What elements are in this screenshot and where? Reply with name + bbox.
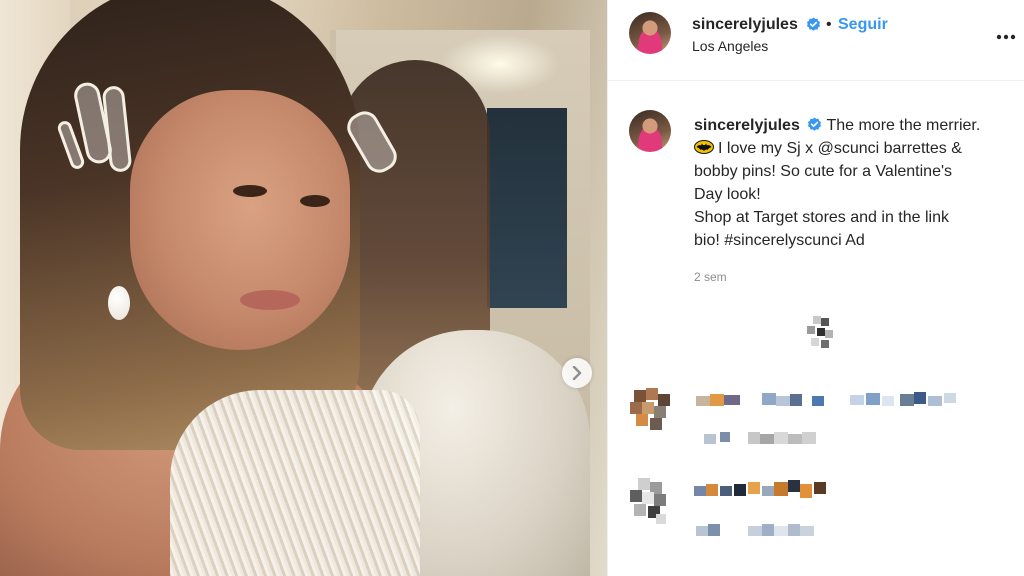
comment-avatar[interactable] xyxy=(626,478,674,526)
comment-text-censored xyxy=(696,390,996,410)
next-slide-button[interactable] xyxy=(562,358,592,388)
avatar[interactable] xyxy=(629,12,671,54)
caption-text-line: bio! #sincerelyscunci Ad xyxy=(694,232,865,249)
author-username[interactable]: sincerelyjules xyxy=(692,16,798,34)
batman-logo-emoji-icon xyxy=(694,140,714,154)
photo-sweater xyxy=(170,390,420,576)
verified-badge-icon xyxy=(806,17,821,31)
more-options-icon[interactable] xyxy=(996,20,1016,46)
photo-face xyxy=(130,90,350,350)
caption-text-line: bobby pins! So cute for a Valentine's xyxy=(694,163,953,180)
photo-eye xyxy=(300,195,330,207)
comment-meta-censored xyxy=(704,430,844,448)
caption-text-line: Day look! xyxy=(694,186,761,203)
photo-eye xyxy=(233,185,267,197)
comment-meta-censored xyxy=(696,522,836,540)
post-location[interactable]: Los Angeles xyxy=(692,38,768,54)
chevron-right-icon xyxy=(572,366,582,380)
comment-text-censored xyxy=(694,478,834,502)
verified-badge-icon xyxy=(808,117,822,131)
post-caption: sincerelyjules The more the merrier. I l… xyxy=(694,114,1012,252)
post-photo[interactable] xyxy=(0,0,607,576)
caption-avatar[interactable] xyxy=(629,110,671,152)
photo-lips xyxy=(240,290,300,310)
post-header: sincerelyjules • Seguir Los Angeles xyxy=(608,0,1024,81)
caption-username[interactable]: sincerelyjules xyxy=(694,117,800,134)
photo-doorway xyxy=(487,108,567,308)
separator-dot: • xyxy=(826,16,832,33)
post-side-panel: sincerelyjules • Seguir Los Angeles sinc… xyxy=(607,0,1024,576)
pearl-earring xyxy=(108,286,130,320)
caption-text-line: The more the merrier. xyxy=(826,117,981,134)
loading-spinner-icon xyxy=(803,316,837,350)
comment-avatar[interactable] xyxy=(626,386,674,434)
ellipsis-icon xyxy=(996,34,1016,40)
caption-text-line: Shop at Target stores and in the link xyxy=(694,209,949,226)
follow-button[interactable]: Seguir xyxy=(838,16,888,34)
post-timestamp[interactable]: 2 sem xyxy=(694,270,727,284)
caption-text-line: I love my Sj x @scunci barrettes & xyxy=(718,140,962,157)
